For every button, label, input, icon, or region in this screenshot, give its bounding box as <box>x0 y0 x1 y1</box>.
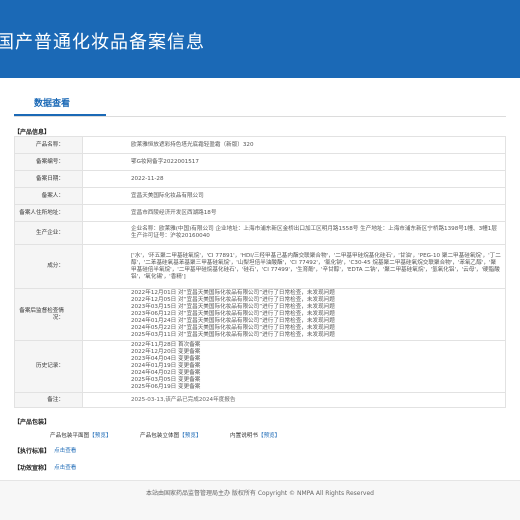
pack-item: 产品包装立体图【预览】 <box>140 431 202 439</box>
remark-label: 备注： <box>14 392 83 408</box>
product-name-label: 产品名称： <box>14 136 83 154</box>
history-label: 历史记录： <box>14 340 83 393</box>
product-info-table: 产品名称： 欧莱雅恒放遮彩持色塔光底霜轻盈霜（新版）320 备案编号： 鄂G妆网… <box>14 136 506 408</box>
pack-heading: 【产品包装】 <box>14 419 51 426</box>
pack-3d-preview-link[interactable]: 【预览】 <box>179 433 201 439</box>
registrant-address-value: 宜昌市西陵经济开发区西湖路18号 <box>82 204 506 222</box>
pack-flat-label: 产品包装平面图 <box>50 433 90 439</box>
pack-manual-preview-link[interactable]: 【预览】 <box>258 433 280 439</box>
table-row: 备案人： 宜昌天美国际化妆品有限公司 <box>14 187 506 205</box>
footer-copyright: 本站由国家药品监督管理局主办 版权所有 Copyright © NMPA All… <box>146 490 374 497</box>
registrant-address-label: 备案人住所地址： <box>14 204 83 222</box>
tab-data-view[interactable]: 数据查看 <box>34 96 70 109</box>
table-row: 生产企业： 企业名称：欧莱雅(中国)有限公司 企业地址：上海市浦东新区金桥出口加… <box>14 221 506 245</box>
exec-standard-link[interactable]: 点击查看 <box>54 446 76 454</box>
ingredients-label: 成分： <box>14 244 83 289</box>
inspection-label: 备案后监督检查情况： <box>14 288 83 341</box>
table-row: 备案人住所地址： 宜昌市西陵经济开发区西湖路18号 <box>14 204 506 222</box>
site-footer: 本站由国家药品监督管理局主办 版权所有 Copyright © NMPA All… <box>0 480 520 520</box>
table-row: 备注： 2025-03-13,该产品已完成2024年度报告 <box>14 392 506 408</box>
registrant-label: 备案人： <box>14 187 83 205</box>
record-number-value: 鄂G妆网备字2022001517 <box>82 153 506 171</box>
table-row: 成分： ['水'，'环五聚二甲基硅氧烷'，'CI 77891'，'HDI/三羟甲… <box>14 244 506 289</box>
efficacy-link[interactable]: 点击查看 <box>54 463 76 471</box>
pack-flat-preview-link[interactable]: 【预览】 <box>89 433 111 439</box>
inspection-value: 2022年12月01日 对“宜昌天美国际化妆品有限公司”进行了日常检查，未发现问… <box>82 288 506 341</box>
pack-3d-label: 产品包装立体图 <box>140 433 180 439</box>
ingredients-value: ['水'，'环五聚二甲基硅氧烷'，'CI 77891'，'HDI/三羟甲基己基内… <box>82 244 506 289</box>
record-date-value: 2022-11-28 <box>82 170 506 188</box>
pack-item: 内置说明书【预览】 <box>230 431 280 439</box>
tab-divider <box>14 116 506 117</box>
remark-value: 2025-03-13,该产品已完成2024年度报告 <box>82 392 506 408</box>
manufacturer-value: 企业名称：欧莱雅(中国)有限公司 企业地址：上海市浦东新区金桥出口加工区明月路1… <box>82 221 506 245</box>
registrant-value: 宜昌天美国际化妆品有限公司 <box>82 187 506 205</box>
site-header: 国产普通化妆品备案信息 <box>0 0 520 78</box>
pack-item: 产品包装平面图【预览】 <box>50 431 112 439</box>
manufacturer-label: 生产企业： <box>14 221 83 245</box>
site-title: 国产普通化妆品备案信息 <box>0 32 205 53</box>
table-row: 产品名称： 欧莱雅恒放遮彩持色塔光底霜轻盈霜（新版）320 <box>14 136 506 154</box>
table-row: 备案编号： 鄂G妆网备字2022001517 <box>14 153 506 171</box>
history-value: 2022年11月28日 首次备案 2022年12月20日 变更备案 2023年0… <box>82 340 506 393</box>
pack-manual-label: 内置说明书 <box>230 433 258 439</box>
product-info-heading: 【产品信息】 <box>14 129 51 136</box>
record-number-label: 备案编号： <box>14 153 83 171</box>
efficacy-heading: 【功效宣称】 <box>14 465 51 472</box>
table-row: 历史记录： 2022年11月28日 首次备案 2022年12月20日 变更备案 … <box>14 340 506 393</box>
product-name-value: 欧莱雅恒放遮彩持色塔光底霜轻盈霜（新版）320 <box>82 136 506 154</box>
record-date-label: 备案日期： <box>14 170 83 188</box>
table-row: 备案后监督检查情况： 2022年12月01日 对“宜昌天美国际化妆品有限公司”进… <box>14 288 506 341</box>
table-row: 备案日期： 2022-11-28 <box>14 170 506 188</box>
exec-standard-heading: 【执行标准】 <box>14 448 51 455</box>
